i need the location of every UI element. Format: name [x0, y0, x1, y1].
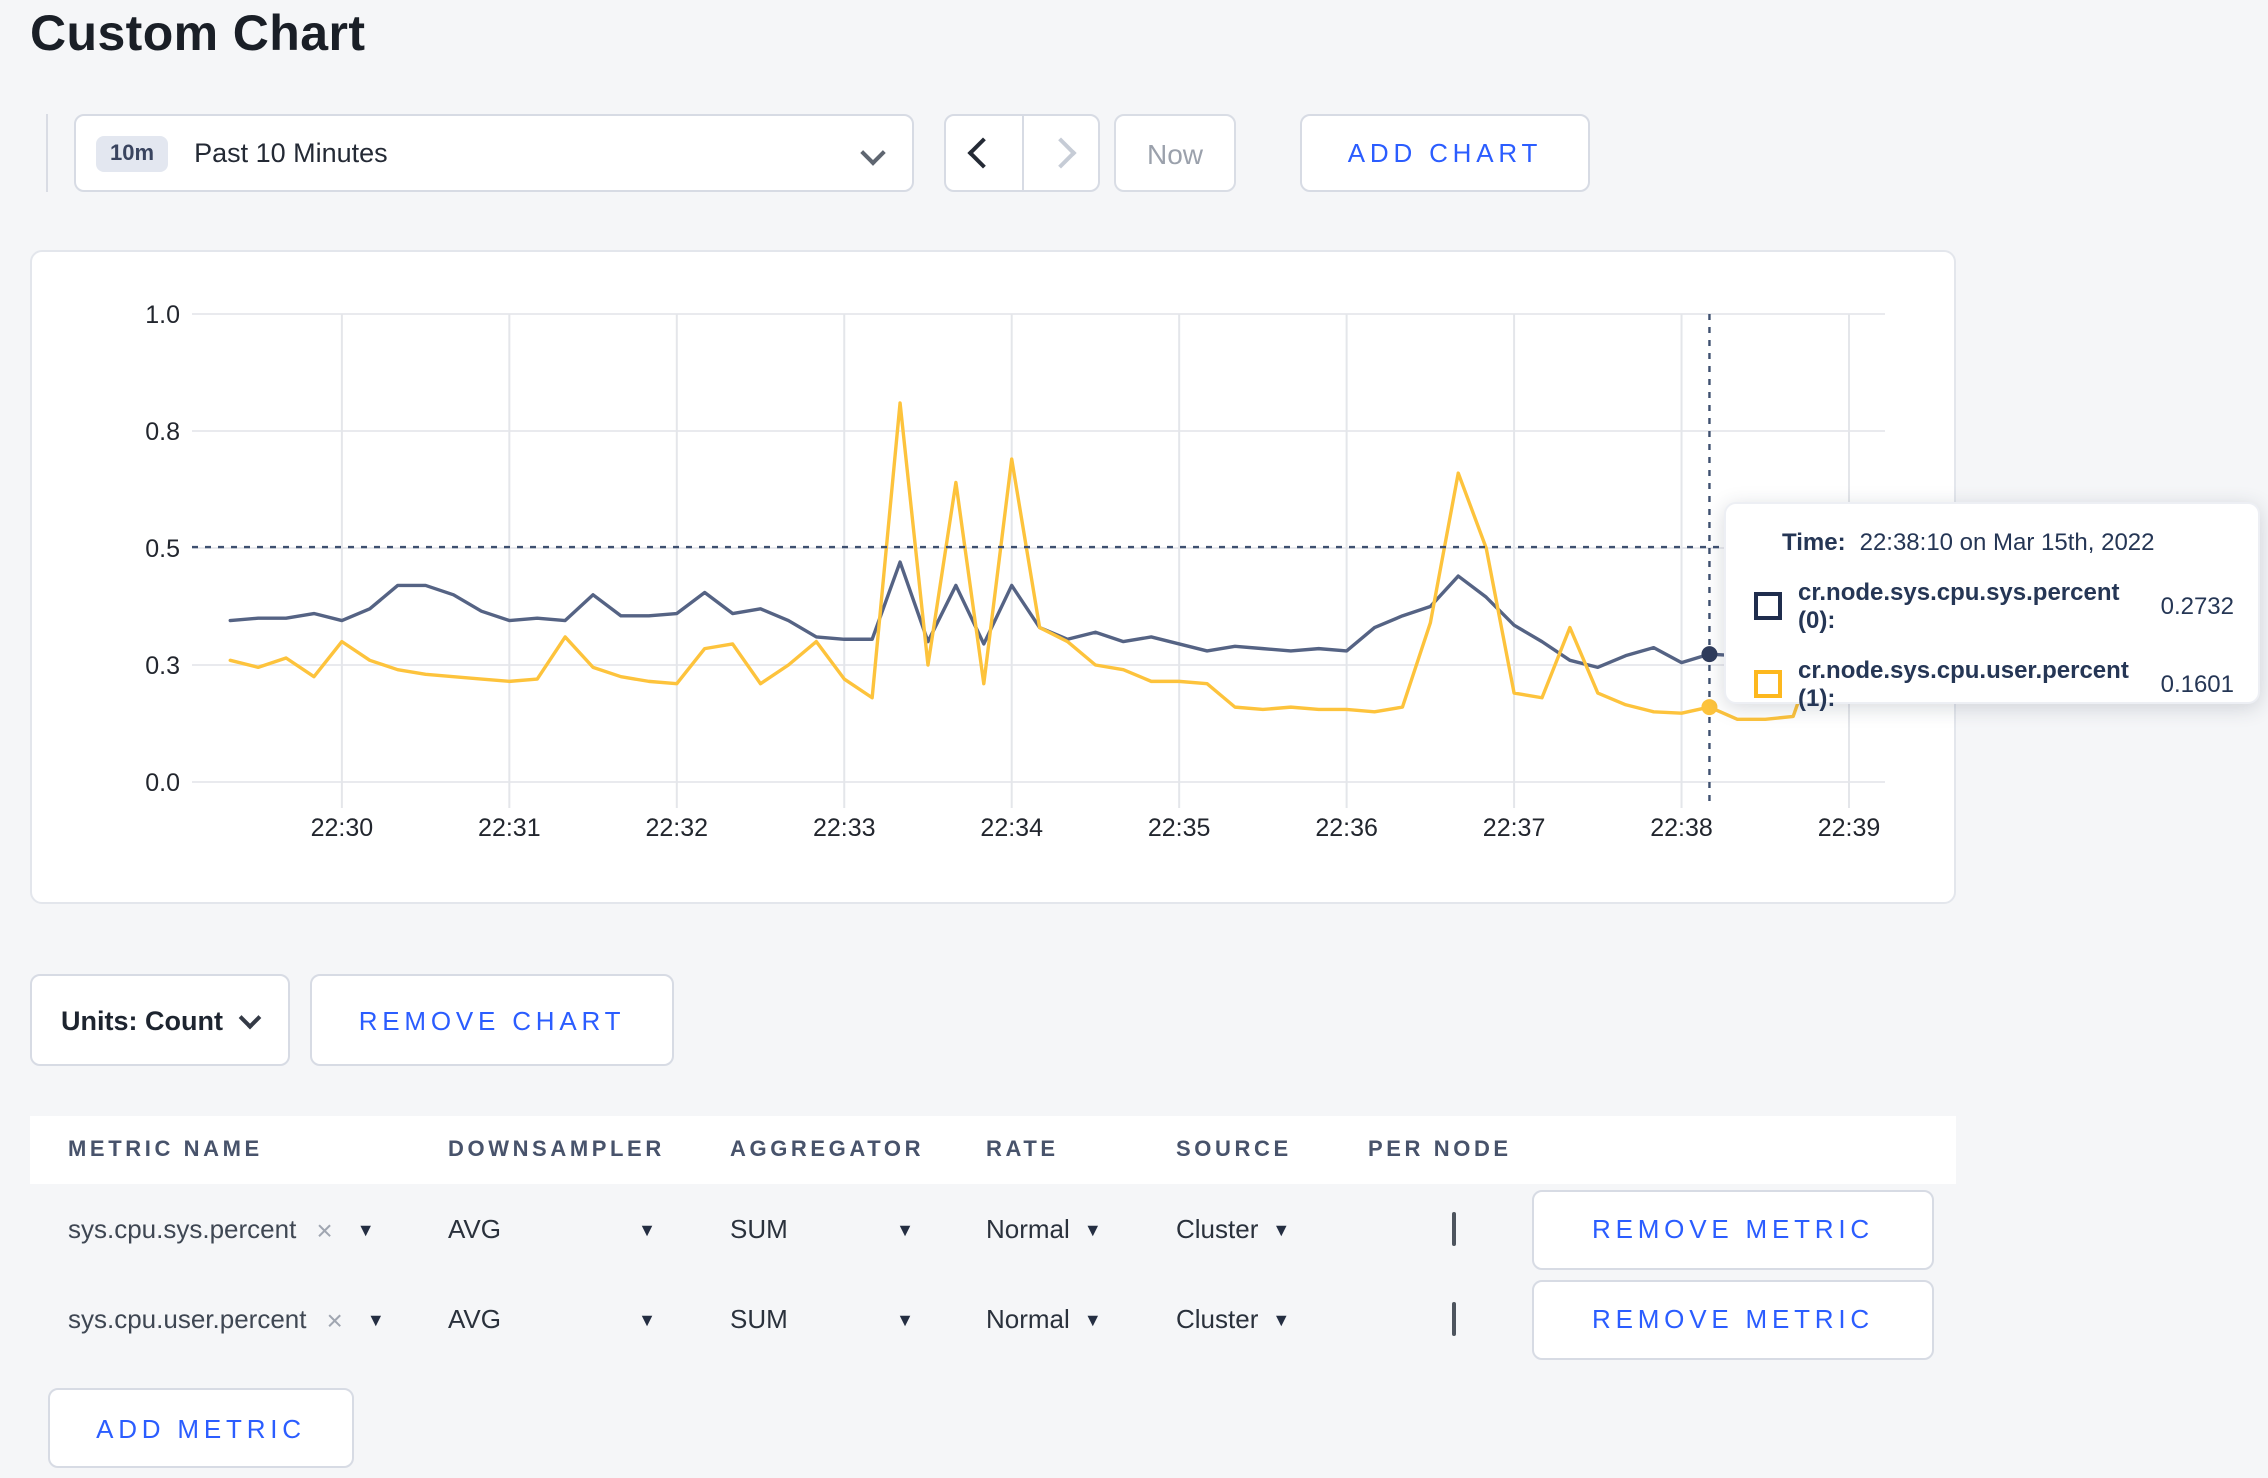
caret-down-icon: ▼ — [1083, 1309, 1102, 1329]
units-label: Units: Count — [61, 1005, 223, 1035]
downsampler-select[interactable]: AVG ▼ — [448, 1304, 656, 1334]
caret-down-icon: ▼ — [356, 1219, 375, 1239]
add-metric-button[interactable]: ADD METRIC — [48, 1388, 354, 1468]
svg-text:0.5: 0.5 — [145, 535, 180, 563]
caret-down-icon: ▼ — [896, 1309, 914, 1329]
metric-name-select[interactable]: sys.cpu.sys.percent × ▼ — [68, 1213, 448, 1245]
series-sys-swatch-icon — [1754, 592, 1782, 620]
svg-text:22:34: 22:34 — [980, 814, 1043, 842]
svg-text:22:37: 22:37 — [1483, 814, 1546, 842]
svg-text:0.8: 0.8 — [145, 418, 180, 446]
svg-text:1.0: 1.0 — [145, 301, 180, 329]
caret-down-icon: ▼ — [896, 1219, 914, 1239]
caret-down-icon: ▼ — [638, 1219, 656, 1239]
metric-name-text: sys.cpu.sys.percent — [68, 1214, 297, 1244]
header-downsampler: DOWNSAMPLER — [448, 1138, 665, 1162]
units-select[interactable]: Units: Count — [30, 974, 290, 1066]
now-button[interactable]: Now — [1114, 114, 1236, 192]
time-nav-group — [944, 114, 1100, 192]
add-chart-button[interactable]: ADD CHART — [1300, 114, 1590, 192]
chevron-right-icon — [1044, 137, 1077, 169]
per-node-checkbox[interactable] — [1452, 1212, 1456, 1246]
tooltip-series-user-value: 0.1601 — [2160, 670, 2234, 698]
tooltip-time-label: Time: — [1782, 528, 1846, 556]
next-time-button[interactable] — [1021, 116, 1098, 190]
header-metric-name: METRIC NAME — [68, 1138, 263, 1162]
metrics-table: METRIC NAME DOWNSAMPLER AGGREGATOR RATE … — [30, 1116, 1956, 1468]
svg-text:22:30: 22:30 — [311, 814, 374, 842]
remove-metric-button[interactable]: REMOVE METRIC — [1532, 1189, 1934, 1269]
per-node-checkbox[interactable] — [1452, 1302, 1456, 1336]
aggregator-select[interactable]: SUM ▼ — [730, 1214, 914, 1244]
time-range-select[interactable]: 10m Past 10 Minutes — [74, 114, 914, 192]
chevron-left-icon — [967, 137, 1000, 169]
metrics-table-header: METRIC NAME DOWNSAMPLER AGGREGATOR RATE … — [30, 1116, 1956, 1184]
rate-select[interactable]: Normal ▼ — [986, 1304, 1176, 1334]
svg-text:0.3: 0.3 — [145, 652, 180, 680]
caret-down-icon: ▼ — [638, 1309, 656, 1329]
caret-down-icon: ▼ — [366, 1309, 385, 1329]
time-window-badge: 10m — [96, 135, 169, 171]
metric-name-select[interactable]: sys.cpu.user.percent × ▼ — [68, 1303, 448, 1335]
svg-text:22:32: 22:32 — [646, 814, 709, 842]
source-select[interactable]: Cluster ▼ — [1176, 1214, 1368, 1244]
header-source: SOURCE — [1176, 1138, 1292, 1162]
caret-down-icon: ▼ — [1272, 1219, 1291, 1239]
metric-row: sys.cpu.sys.percent × ▼ AVG ▼ SUM ▼ Normal… — [30, 1184, 1956, 1274]
rate-select[interactable]: Normal ▼ — [986, 1214, 1176, 1244]
tooltip-series-sys-name: cr.node.sys.cpu.sys.percent (0): — [1798, 578, 2120, 634]
header-aggregator: AGGREGATOR — [730, 1138, 925, 1162]
header-per-node: PER NODE — [1368, 1138, 1512, 1162]
tooltip-series-sys-value: 0.2732 — [2160, 592, 2234, 620]
metric-row: sys.cpu.user.percent × ▼ AVG ▼ SUM ▼ Norma… — [30, 1274, 1956, 1364]
header-rate: RATE — [986, 1138, 1059, 1162]
downsampler-select[interactable]: AVG ▼ — [448, 1214, 656, 1244]
svg-text:22:36: 22:36 — [1315, 814, 1378, 842]
aggregator-select[interactable]: SUM ▼ — [730, 1304, 914, 1334]
custom-chart-page: Custom Chart 10m Past 10 Minutes Now ADD… — [0, 0, 2268, 1478]
source-select[interactable]: Cluster ▼ — [1176, 1304, 1368, 1334]
series-user-swatch-icon — [1754, 670, 1782, 698]
caret-down-icon: ▼ — [1272, 1309, 1291, 1329]
remove-metric-button[interactable]: REMOVE METRIC — [1532, 1279, 1934, 1359]
prev-time-button[interactable] — [946, 116, 1021, 190]
svg-text:22:38: 22:38 — [1650, 814, 1713, 842]
tooltip-time-value: 22:38:10 on Mar 15th, 2022 — [1859, 528, 2155, 556]
svg-text:22:35: 22:35 — [1148, 814, 1211, 842]
remove-metric-x-icon[interactable]: × — [316, 1213, 332, 1245]
svg-text:0.0: 0.0 — [145, 769, 180, 797]
remove-metric-x-icon[interactable]: × — [326, 1303, 342, 1335]
timeseries-chart[interactable]: 1.0 0.8 0.5 0.3 0.0 22:30 22:31 22:32 22:33 22:34… — [32, 252, 1958, 906]
toolbar-divider — [46, 114, 48, 192]
svg-text:22:39: 22:39 — [1818, 814, 1881, 842]
remove-chart-button[interactable]: REMOVE CHART — [310, 974, 674, 1066]
metric-name-text: sys.cpu.user.percent — [68, 1304, 307, 1334]
svg-text:22:33: 22:33 — [813, 814, 876, 842]
svg-text:22:31: 22:31 — [478, 814, 541, 842]
caret-down-icon: ▼ — [1083, 1219, 1102, 1239]
page-title: Custom Chart — [30, 6, 366, 62]
tooltip-series-user-name: cr.node.sys.cpu.user.percent (1): — [1798, 656, 2129, 712]
time-window-label: Past 10 Minutes — [194, 138, 388, 168]
chart-tooltip: Time: 22:38:10 on Mar 15th, 2022 cr.node… — [1724, 502, 2260, 712]
chevron-down-icon — [239, 1005, 263, 1029]
chart-card: 1.0 0.8 0.5 0.3 0.0 22:30 22:31 22:32 22:33 22:34… — [30, 250, 1956, 904]
chevron-down-icon — [860, 140, 886, 166]
